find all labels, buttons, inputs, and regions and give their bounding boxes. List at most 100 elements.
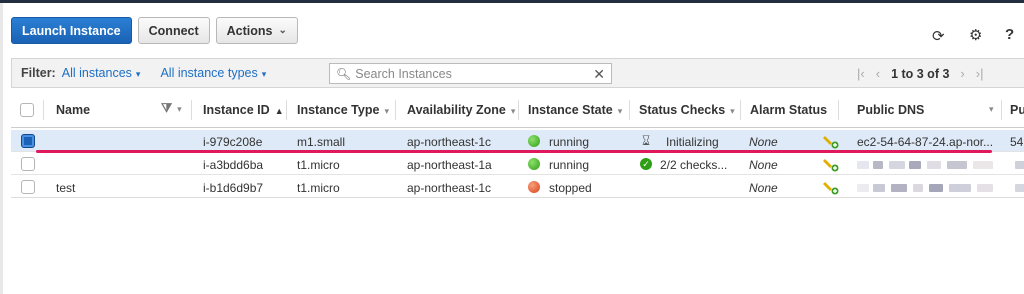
- clear-icon[interactable]: ✕: [593, 66, 605, 83]
- sort-icon: ▾: [730, 106, 735, 116]
- cell-instance-state: running: [549, 135, 590, 149]
- first-page-icon[interactable]: |‹: [857, 66, 865, 81]
- sort-icon[interactable]: ▾: [989, 104, 994, 115]
- chevron-down-icon: ▾: [261, 69, 267, 79]
- search-input[interactable]: [355, 66, 586, 81]
- highlight-underline: [36, 150, 992, 153]
- column-divider: [518, 100, 519, 120]
- column-header-alarm-status[interactable]: Alarm Status: [750, 103, 827, 117]
- column-label: Instance ID: [203, 103, 270, 117]
- state-running-icon: [528, 135, 540, 147]
- column-label: Status Checks: [639, 103, 726, 117]
- table-row[interactable]: test i-b1d6d9b7 t1.micro ap-northeast-1c…: [11, 176, 1024, 198]
- column-divider: [629, 100, 630, 120]
- column-divider: [43, 100, 44, 120]
- chevron-down-icon: ▾: [135, 69, 141, 79]
- refresh-icon[interactable]: ⟳: [932, 27, 945, 45]
- column-header-instance-state[interactable]: Instance State ▾: [528, 103, 622, 117]
- alarm-add-icon[interactable]: [823, 156, 839, 175]
- cell-instance-state: running: [549, 158, 590, 172]
- sort-asc-icon: ▲: [274, 106, 284, 116]
- filter-bar: Filter: All instances ▾ All instance type…: [11, 58, 1024, 88]
- instances-filter-label: All instances: [61, 66, 132, 80]
- pagination-text: 1 to 3 of 3: [891, 66, 950, 81]
- column-header-name[interactable]: Name: [56, 103, 90, 117]
- filter-label: Filter:: [21, 66, 56, 80]
- top-border: [0, 0, 1024, 3]
- actions-button[interactable]: Actions ⌄: [215, 17, 298, 44]
- cell-status-checks: Initializing: [666, 135, 719, 149]
- cell-truncated: 54.: [1010, 135, 1024, 149]
- redacted-value: [1015, 161, 1024, 169]
- row-checkbox[interactable]: [21, 180, 35, 194]
- actions-label: Actions: [226, 23, 273, 38]
- cell-name: test: [56, 181, 76, 195]
- column-divider: [838, 100, 839, 120]
- next-page-icon[interactable]: ›: [960, 66, 964, 81]
- cell-availability-zone: ap-northeast-1a: [407, 158, 492, 172]
- instance-types-filter-dropdown[interactable]: All instance types ▾: [160, 66, 266, 80]
- cell-availability-zone: ap-northeast-1c: [407, 135, 492, 149]
- cell-instance-type: m1.small: [297, 135, 346, 149]
- redacted-dns: [857, 184, 869, 192]
- redacted-dns: [891, 184, 907, 192]
- last-page-icon[interactable]: ›|: [976, 66, 984, 81]
- table-header: Name ⧩ ▾ Instance ID ▲ Instance Type ▾ Avai…: [11, 92, 1024, 128]
- column-divider: [395, 100, 396, 120]
- column-label: Availability Zone: [407, 103, 506, 117]
- cell-status-checks[interactable]: 2/2 checks...: [660, 158, 727, 172]
- row-checkbox[interactable]: [21, 134, 35, 148]
- column-divider: [286, 100, 287, 120]
- redacted-dns: [909, 161, 921, 169]
- cell-public-dns: ec2-54-64-87-24.ap-nor...: [857, 135, 994, 149]
- redacted-dns: [927, 161, 941, 169]
- chevron-down-icon: ⌄: [278, 25, 287, 36]
- toolbar: Launch Instance Connect Actions ⌄: [11, 17, 298, 44]
- column-header-instance-type[interactable]: Instance Type ▾: [297, 103, 389, 117]
- redacted-dns: [949, 184, 971, 192]
- cell-availability-zone: ap-northeast-1c: [407, 181, 492, 195]
- column-divider: [191, 100, 192, 120]
- state-running-icon: [528, 158, 540, 170]
- redacted-dns: [913, 184, 923, 192]
- column-divider: [740, 100, 741, 120]
- sort-icon: ▾: [510, 106, 516, 116]
- filter-funnel-icon[interactable]: ⧩ ▾: [161, 101, 182, 116]
- cell-instance-state: stopped: [549, 181, 592, 195]
- column-divider: [1001, 100, 1002, 120]
- launch-instance-button[interactable]: Launch Instance: [11, 17, 132, 44]
- redacted-dns: [857, 161, 869, 169]
- column-header-instance-id[interactable]: Instance ID ▲: [203, 103, 284, 117]
- row-checkbox[interactable]: [21, 157, 35, 171]
- redacted-dns: [973, 161, 993, 169]
- redacted-dns: [977, 184, 993, 192]
- connect-button[interactable]: Connect: [137, 17, 210, 44]
- column-header-truncated[interactable]: Pu: [1010, 103, 1024, 117]
- table-row[interactable]: i-a3bdd6ba t1.micro ap-northeast-1a runn…: [11, 153, 1024, 175]
- redacted-dns: [889, 161, 905, 169]
- column-label: Instance State: [528, 103, 613, 117]
- cell-instance-id: i-b1d6d9b7: [203, 181, 264, 195]
- select-all-checkbox[interactable]: [20, 103, 34, 117]
- sort-icon: ▾: [384, 106, 389, 116]
- cell-instance-id: i-a3bdd6ba: [203, 158, 264, 172]
- column-header-status-checks[interactable]: Status Checks ▾: [639, 103, 735, 117]
- gear-icon[interactable]: ⚙: [969, 26, 982, 44]
- column-header-availability-zone[interactable]: Availability Zone ▾: [407, 103, 515, 117]
- redacted-dns: [947, 161, 967, 169]
- state-stopped-icon: [528, 181, 540, 193]
- help-icon[interactable]: ?: [1005, 26, 1014, 43]
- column-header-public-dns[interactable]: Public DNS: [857, 103, 924, 117]
- search-box: 🔍︎ ✕: [329, 63, 612, 84]
- sort-icon: ▾: [617, 106, 623, 116]
- check-icon: ✓: [640, 158, 652, 170]
- cell-instance-id: i-979c208e: [203, 135, 263, 149]
- alarm-add-icon[interactable]: [823, 179, 839, 198]
- cell-instance-type: t1.micro: [297, 181, 340, 195]
- instances-filter-dropdown[interactable]: All instances ▾: [62, 66, 141, 80]
- cell-alarm-status: None: [749, 181, 778, 195]
- prev-page-icon[interactable]: ‹: [876, 66, 880, 81]
- table-row[interactable]: i-979c208e m1.small ap-northeast-1c runn…: [11, 130, 1024, 152]
- column-label: Instance Type: [297, 103, 380, 117]
- pagination: |‹ ‹ 1 to 3 of 3 › ›|: [857, 66, 983, 81]
